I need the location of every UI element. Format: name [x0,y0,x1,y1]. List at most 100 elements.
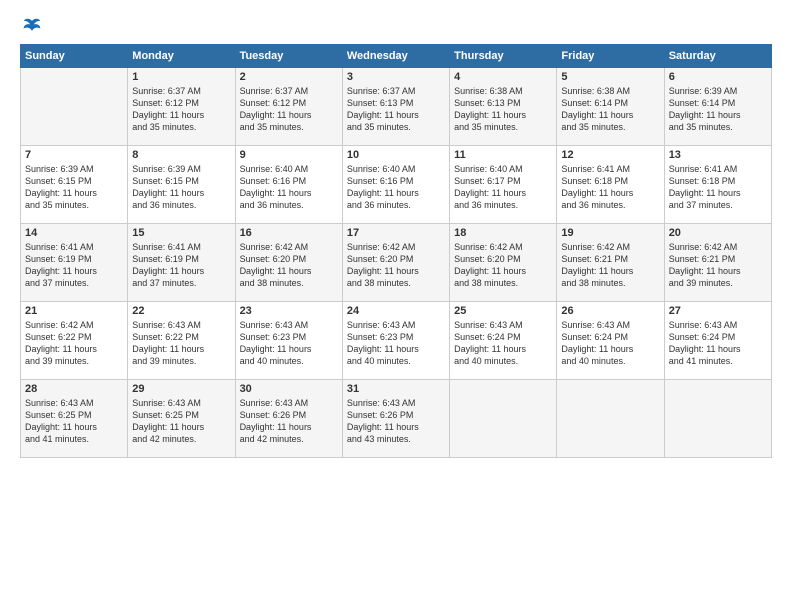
cell-info: Sunrise: 6:42 AM Sunset: 6:21 PM Dayligh… [669,241,767,290]
day-number: 10 [347,149,445,161]
cell-info: Sunrise: 6:38 AM Sunset: 6:13 PM Dayligh… [454,85,552,134]
calendar-cell: 4 Sunrise: 6:38 AM Sunset: 6:13 PM Daylig… [450,68,557,146]
calendar-cell: 26 Sunrise: 6:43 AM Sunset: 6:24 PM Dayli… [557,302,664,380]
calendar-cell: 13 Sunrise: 6:41 AM Sunset: 6:18 PM Dayli… [664,146,771,224]
day-number: 12 [561,149,659,161]
day-number: 9 [240,149,338,161]
cell-info: Sunrise: 6:43 AM Sunset: 6:24 PM Dayligh… [454,319,552,368]
cell-info: Sunrise: 6:41 AM Sunset: 6:19 PM Dayligh… [25,241,123,290]
calendar-cell: 2 Sunrise: 6:37 AM Sunset: 6:12 PM Daylig… [235,68,342,146]
calendar-cell: 14 Sunrise: 6:41 AM Sunset: 6:19 PM Dayli… [21,224,128,302]
calendar-cell [450,380,557,458]
day-number: 30 [240,383,338,395]
calendar-cell: 7Sunrise: 6:39 AM Sunset: 6:15 PM Daylig… [21,146,128,224]
calendar-cell: 18 Sunrise: 6:42 AM Sunset: 6:20 PM Dayli… [450,224,557,302]
calendar-cell: 22Sunrise: 6:43 AM Sunset: 6:22 PM Dayli… [128,302,235,380]
logo-bird-icon [22,16,42,36]
calendar-cell: 19 Sunrise: 6:42 AM Sunset: 6:21 PM Dayli… [557,224,664,302]
cell-info: Sunrise: 6:41 AM Sunset: 6:18 PM Dayligh… [669,163,767,212]
header-day-tuesday: Tuesday [235,45,342,68]
cell-info: Sunrise: 6:39 AM Sunset: 6:14 PM Dayligh… [669,85,767,134]
day-number: 24 [347,305,445,317]
calendar-cell: 28Sunrise: 6:43 AM Sunset: 6:25 PM Dayli… [21,380,128,458]
calendar-cell: 17 Sunrise: 6:42 AM Sunset: 6:20 PM Dayli… [342,224,449,302]
calendar-cell: 15 Sunrise: 6:41 AM Sunset: 6:19 PM Dayli… [128,224,235,302]
day-number: 17 [347,227,445,239]
day-number: 29 [132,383,230,395]
calendar-cell [557,380,664,458]
week-row-1: 1 Sunrise: 6:37 AM Sunset: 6:12 PM Daylig… [21,68,772,146]
cell-info: Sunrise: 6:43 AM Sunset: 6:24 PM Dayligh… [669,319,767,368]
day-number: 2 [240,71,338,83]
cell-info: Sunrise: 6:40 AM Sunset: 6:16 PM Dayligh… [240,163,338,212]
calendar-cell: 11 Sunrise: 6:40 AM Sunset: 6:17 PM Dayli… [450,146,557,224]
calendar-cell: 25Sunrise: 6:43 AM Sunset: 6:24 PM Dayli… [450,302,557,380]
calendar-cell: 3Sunrise: 6:37 AM Sunset: 6:13 PM Daylig… [342,68,449,146]
week-row-4: 21 Sunrise: 6:42 AM Sunset: 6:22 PM Dayli… [21,302,772,380]
cell-info: Sunrise: 6:40 AM Sunset: 6:16 PM Dayligh… [347,163,445,212]
calendar-cell: 8Sunrise: 6:39 AM Sunset: 6:15 PM Daylig… [128,146,235,224]
calendar-cell [21,68,128,146]
calendar-cell: 23Sunrise: 6:43 AM Sunset: 6:23 PM Dayli… [235,302,342,380]
calendar-cell: 27 Sunrise: 6:43 AM Sunset: 6:24 PM Dayli… [664,302,771,380]
cell-info: Sunrise: 6:42 AM Sunset: 6:20 PM Dayligh… [347,241,445,290]
calendar-table: SundayMondayTuesdayWednesdayThursdayFrid… [20,44,772,458]
week-row-3: 14 Sunrise: 6:41 AM Sunset: 6:19 PM Dayli… [21,224,772,302]
cell-info: Sunrise: 6:43 AM Sunset: 6:25 PM Dayligh… [25,397,123,446]
cell-info: Sunrise: 6:43 AM Sunset: 6:25 PM Dayligh… [132,397,230,446]
day-number: 27 [669,305,767,317]
day-number: 5 [561,71,659,83]
cell-info: Sunrise: 6:40 AM Sunset: 6:17 PM Dayligh… [454,163,552,212]
header [20,16,772,36]
cell-info: Sunrise: 6:42 AM Sunset: 6:22 PM Dayligh… [25,319,123,368]
cell-info: Sunrise: 6:42 AM Sunset: 6:20 PM Dayligh… [240,241,338,290]
calendar-cell: 10 Sunrise: 6:40 AM Sunset: 6:16 PM Dayli… [342,146,449,224]
day-number: 20 [669,227,767,239]
day-number: 18 [454,227,552,239]
calendar-cell: 20 Sunrise: 6:42 AM Sunset: 6:21 PM Dayli… [664,224,771,302]
week-row-5: 28Sunrise: 6:43 AM Sunset: 6:25 PM Dayli… [21,380,772,458]
cell-info: Sunrise: 6:43 AM Sunset: 6:26 PM Dayligh… [240,397,338,446]
cell-info: Sunrise: 6:38 AM Sunset: 6:14 PM Dayligh… [561,85,659,134]
calendar-cell: 5 Sunrise: 6:38 AM Sunset: 6:14 PM Daylig… [557,68,664,146]
day-number: 13 [669,149,767,161]
cell-info: Sunrise: 6:42 AM Sunset: 6:21 PM Dayligh… [561,241,659,290]
header-day-wednesday: Wednesday [342,45,449,68]
cell-info: Sunrise: 6:43 AM Sunset: 6:23 PM Dayligh… [347,319,445,368]
calendar-cell: 6 Sunrise: 6:39 AM Sunset: 6:14 PM Daylig… [664,68,771,146]
header-day-thursday: Thursday [450,45,557,68]
day-number: 19 [561,227,659,239]
day-number: 15 [132,227,230,239]
day-number: 11 [454,149,552,161]
logo [20,16,42,36]
calendar-cell: 29 Sunrise: 6:43 AM Sunset: 6:25 PM Dayli… [128,380,235,458]
day-number: 6 [669,71,767,83]
cell-info: Sunrise: 6:43 AM Sunset: 6:24 PM Dayligh… [561,319,659,368]
day-number: 16 [240,227,338,239]
cell-info: Sunrise: 6:37 AM Sunset: 6:13 PM Dayligh… [347,85,445,134]
day-number: 4 [454,71,552,83]
header-row: SundayMondayTuesdayWednesdayThursdayFrid… [21,45,772,68]
day-number: 21 [25,305,123,317]
day-number: 14 [25,227,123,239]
day-number: 23 [240,305,338,317]
cell-info: Sunrise: 6:39 AM Sunset: 6:15 PM Dayligh… [25,163,123,212]
calendar-cell [664,380,771,458]
header-day-sunday: Sunday [21,45,128,68]
page: SundayMondayTuesdayWednesdayThursdayFrid… [0,0,792,612]
calendar-cell: 30 Sunrise: 6:43 AM Sunset: 6:26 PM Dayli… [235,380,342,458]
cell-info: Sunrise: 6:39 AM Sunset: 6:15 PM Dayligh… [132,163,230,212]
header-day-monday: Monday [128,45,235,68]
cell-info: Sunrise: 6:43 AM Sunset: 6:26 PM Dayligh… [347,397,445,446]
header-day-friday: Friday [557,45,664,68]
cell-info: Sunrise: 6:37 AM Sunset: 6:12 PM Dayligh… [240,85,338,134]
header-day-saturday: Saturday [664,45,771,68]
calendar-cell: 1Sunrise: 6:37 AM Sunset: 6:12 PM Daylig… [128,68,235,146]
calendar-cell: 9 Sunrise: 6:40 AM Sunset: 6:16 PM Daylig… [235,146,342,224]
cell-info: Sunrise: 6:41 AM Sunset: 6:19 PM Dayligh… [132,241,230,290]
cell-info: Sunrise: 6:42 AM Sunset: 6:20 PM Dayligh… [454,241,552,290]
cell-info: Sunrise: 6:41 AM Sunset: 6:18 PM Dayligh… [561,163,659,212]
day-number: 1 [132,71,230,83]
day-number: 26 [561,305,659,317]
calendar-cell: 24 Sunrise: 6:43 AM Sunset: 6:23 PM Dayli… [342,302,449,380]
